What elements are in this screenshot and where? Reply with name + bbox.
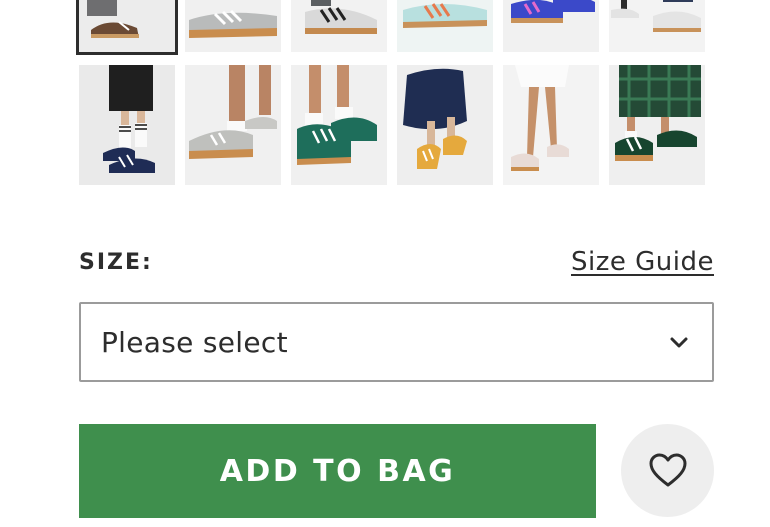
product-thumbnail-4[interactable]	[397, 0, 493, 52]
thumbnail-row	[79, 65, 715, 185]
product-thumbnail-1[interactable]	[76, 0, 178, 55]
product-thumbnail-8[interactable]	[185, 65, 281, 185]
product-thumbnail-2[interactable]	[185, 0, 281, 52]
size-select[interactable]: Please select	[79, 302, 714, 382]
chevron-down-icon	[668, 331, 690, 353]
product-thumbnail-5[interactable]	[503, 0, 599, 52]
size-label: SIZE:	[79, 250, 153, 275]
thumbnail-row	[76, 0, 715, 55]
product-page: SIZE: Size Guide Please select ADD TO BA…	[0, 0, 770, 527]
add-to-bag-button[interactable]: ADD TO BAG	[79, 424, 596, 518]
product-thumbnail-7[interactable]	[79, 65, 175, 185]
product-thumbnail-9[interactable]	[291, 65, 387, 185]
size-select-value: Please select	[101, 325, 288, 359]
product-thumbnail-12[interactable]	[609, 65, 705, 185]
product-thumbnail-10[interactable]	[397, 65, 493, 185]
product-thumbnail-11[interactable]	[503, 65, 599, 185]
product-thumbnail-3[interactable]	[291, 0, 387, 52]
product-thumbnail-6[interactable]	[609, 0, 705, 52]
heart-icon	[647, 450, 689, 492]
save-for-later-button[interactable]	[621, 424, 714, 517]
size-guide-link[interactable]: Size Guide	[571, 247, 714, 277]
